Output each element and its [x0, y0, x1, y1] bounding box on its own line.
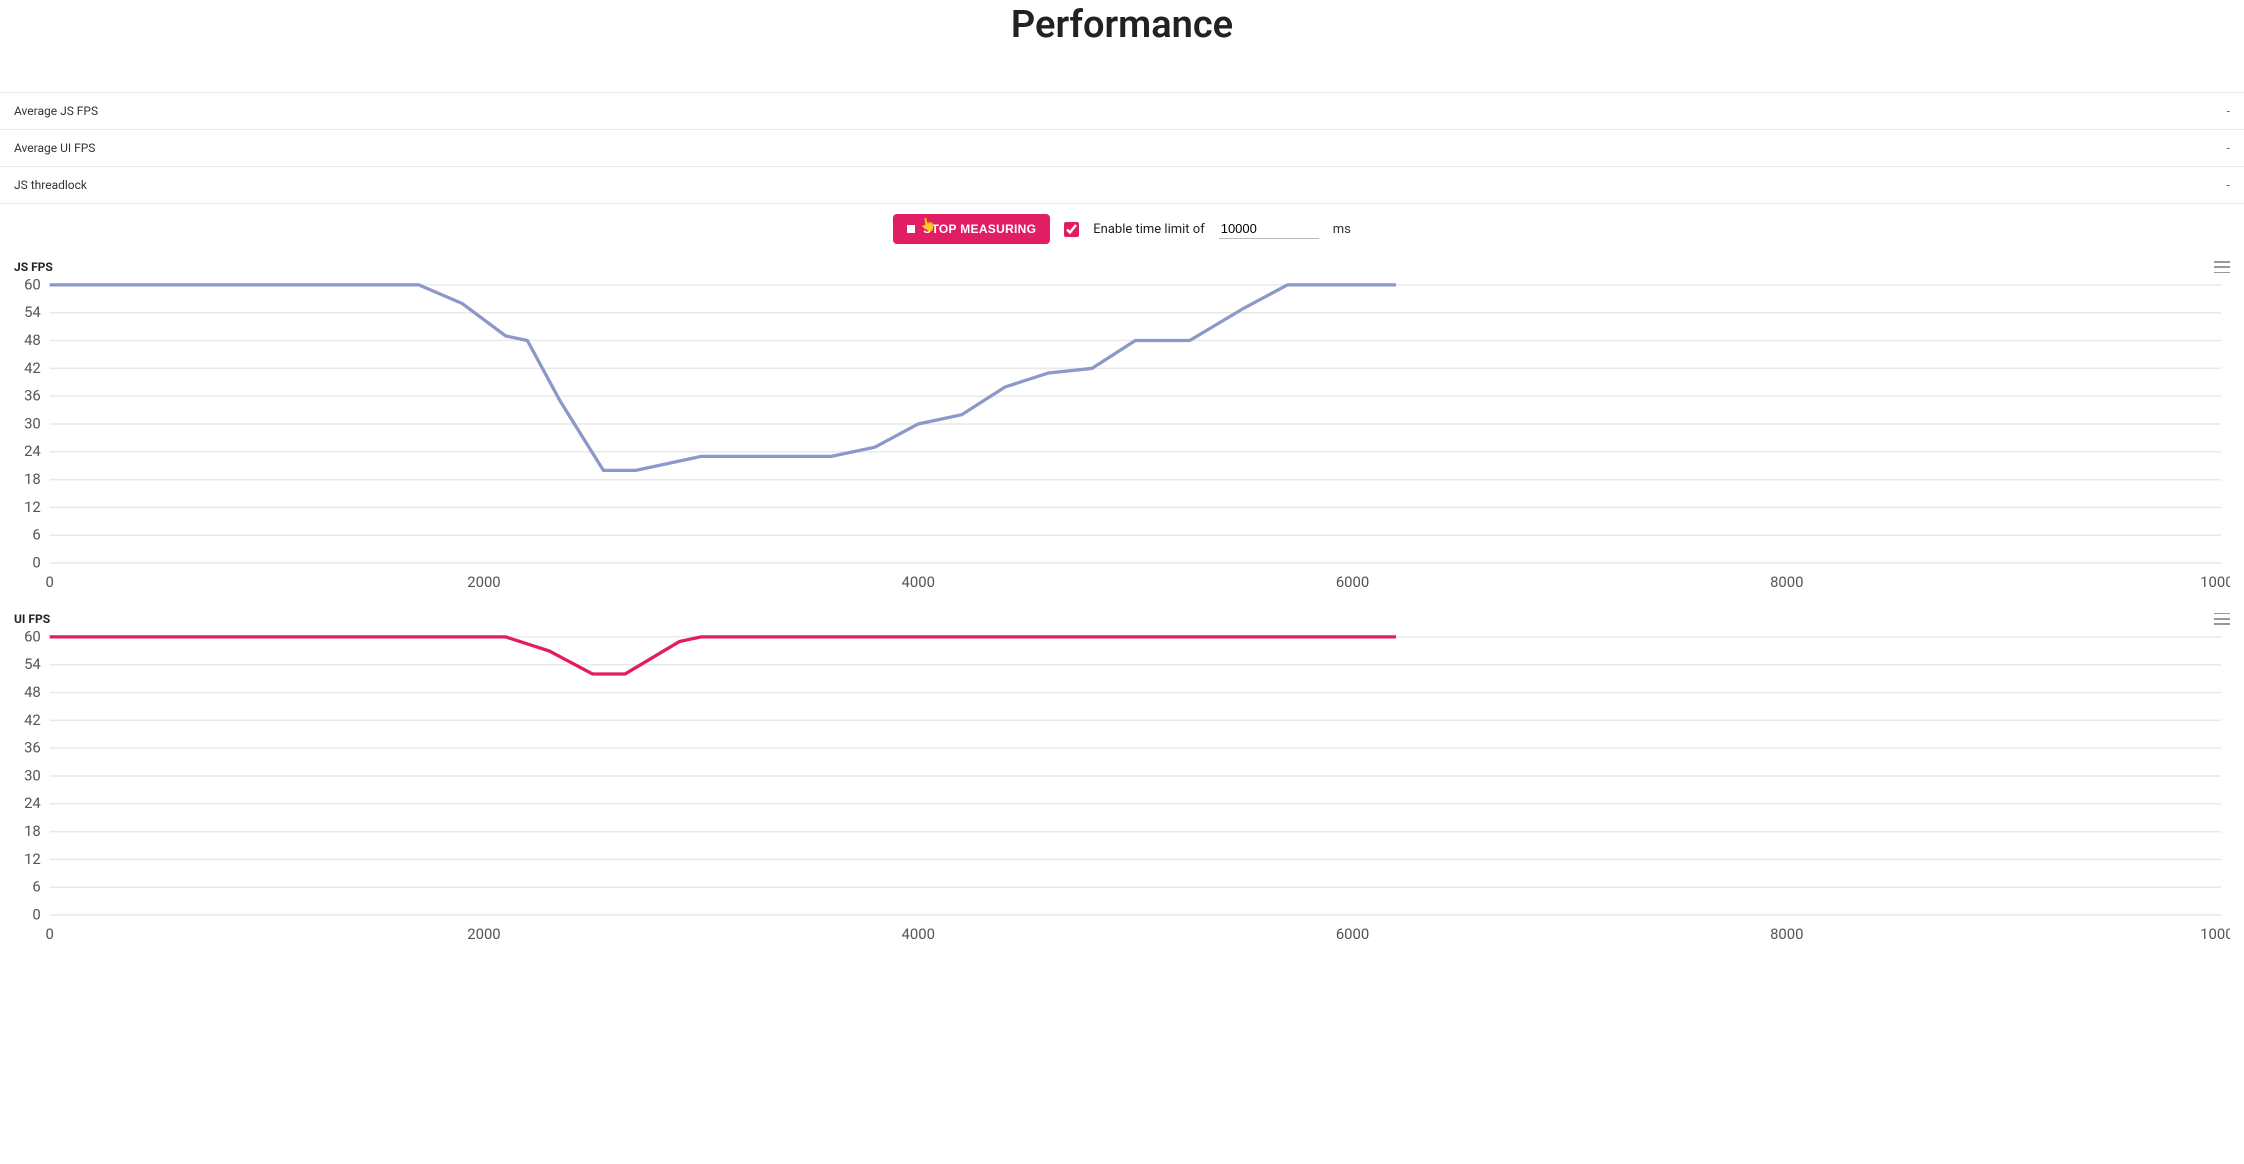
- svg-text:36: 36: [24, 387, 41, 405]
- stat-label: JS threadlock: [14, 178, 87, 192]
- svg-text:18: 18: [24, 822, 41, 840]
- svg-text:60: 60: [24, 628, 41, 645]
- svg-text:18: 18: [24, 470, 41, 488]
- svg-text:8000: 8000: [1770, 925, 1803, 943]
- svg-text:12: 12: [24, 850, 41, 868]
- chart-title: UI FPS: [14, 612, 50, 626]
- svg-text:8000: 8000: [1770, 573, 1803, 591]
- stop-label: STOP MEASURING: [923, 222, 1036, 236]
- stat-label: Average UI FPS: [14, 141, 95, 155]
- chart-canvas-js: 0 6 12 18 24 30 36 42 48 54 60 0 2000 4000 6000 8000 100…: [14, 276, 2230, 596]
- enable-time-limit-label: Enable time limit of: [1093, 222, 1204, 237]
- svg-text:42: 42: [24, 711, 41, 729]
- time-limit-input[interactable]: [1219, 219, 1319, 239]
- chart-title: JS FPS: [14, 260, 53, 274]
- chart-ui-fps: UI FPS 0 6 12 18 24 30 36 42 48 54 60 0 2000 4000 6000…: [0, 606, 2244, 958]
- svg-text:10000: 10000: [2200, 925, 2230, 943]
- svg-text:30: 30: [24, 766, 41, 784]
- svg-text:60: 60: [24, 276, 41, 293]
- svg-text:54: 54: [24, 655, 41, 673]
- page-title: Performance: [0, 0, 2244, 92]
- svg-text:54: 54: [24, 303, 41, 321]
- svg-text:48: 48: [24, 331, 41, 349]
- svg-text:30: 30: [24, 414, 41, 432]
- stat-value: -: [2227, 178, 2230, 192]
- svg-text:36: 36: [24, 738, 41, 756]
- svg-text:0: 0: [46, 925, 54, 943]
- svg-text:0: 0: [32, 553, 40, 571]
- svg-text:2000: 2000: [467, 925, 500, 943]
- svg-text:6000: 6000: [1336, 573, 1369, 591]
- svg-text:2000: 2000: [467, 573, 500, 591]
- stat-row-avg-js-fps: Average JS FPS -: [0, 92, 2244, 130]
- svg-text:10000: 10000: [2200, 573, 2230, 591]
- stat-label: Average JS FPS: [14, 104, 98, 118]
- svg-text:24: 24: [24, 794, 41, 812]
- svg-text:4000: 4000: [902, 925, 935, 943]
- time-unit-label: ms: [1333, 222, 1351, 237]
- stop-measuring-button[interactable]: STOP MEASURING 👆: [893, 214, 1050, 244]
- svg-text:4000: 4000: [902, 573, 935, 591]
- svg-text:48: 48: [24, 683, 41, 701]
- svg-text:12: 12: [24, 498, 41, 516]
- stop-icon: [907, 225, 915, 233]
- svg-text:6: 6: [32, 877, 40, 895]
- hamburger-menu-icon[interactable]: [2214, 613, 2230, 625]
- svg-text:0: 0: [46, 573, 54, 591]
- svg-text:6000: 6000: [1336, 925, 1369, 943]
- svg-text:0: 0: [32, 905, 40, 923]
- svg-text:6: 6: [32, 526, 40, 544]
- controls-bar: STOP MEASURING 👆 Enable time limit of ms: [0, 204, 2244, 254]
- stat-row-js-threadlock: JS threadlock -: [0, 167, 2244, 204]
- enable-time-limit-checkbox[interactable]: [1064, 222, 1079, 237]
- hamburger-menu-icon[interactable]: [2214, 261, 2230, 273]
- stat-value: -: [2227, 141, 2230, 155]
- chart-js-fps: JS FPS 0 6 12 18 24 30 36 42 48 54 60 0 2000 4000 6000…: [0, 254, 2244, 606]
- svg-text:42: 42: [24, 359, 41, 377]
- stat-row-avg-ui-fps: Average UI FPS -: [0, 130, 2244, 167]
- stat-value: -: [2227, 104, 2230, 118]
- chart-canvas-ui: 0 6 12 18 24 30 36 42 48 54 60 0 2000 4000 6000 8000 100…: [14, 628, 2230, 948]
- svg-text:24: 24: [24, 442, 41, 460]
